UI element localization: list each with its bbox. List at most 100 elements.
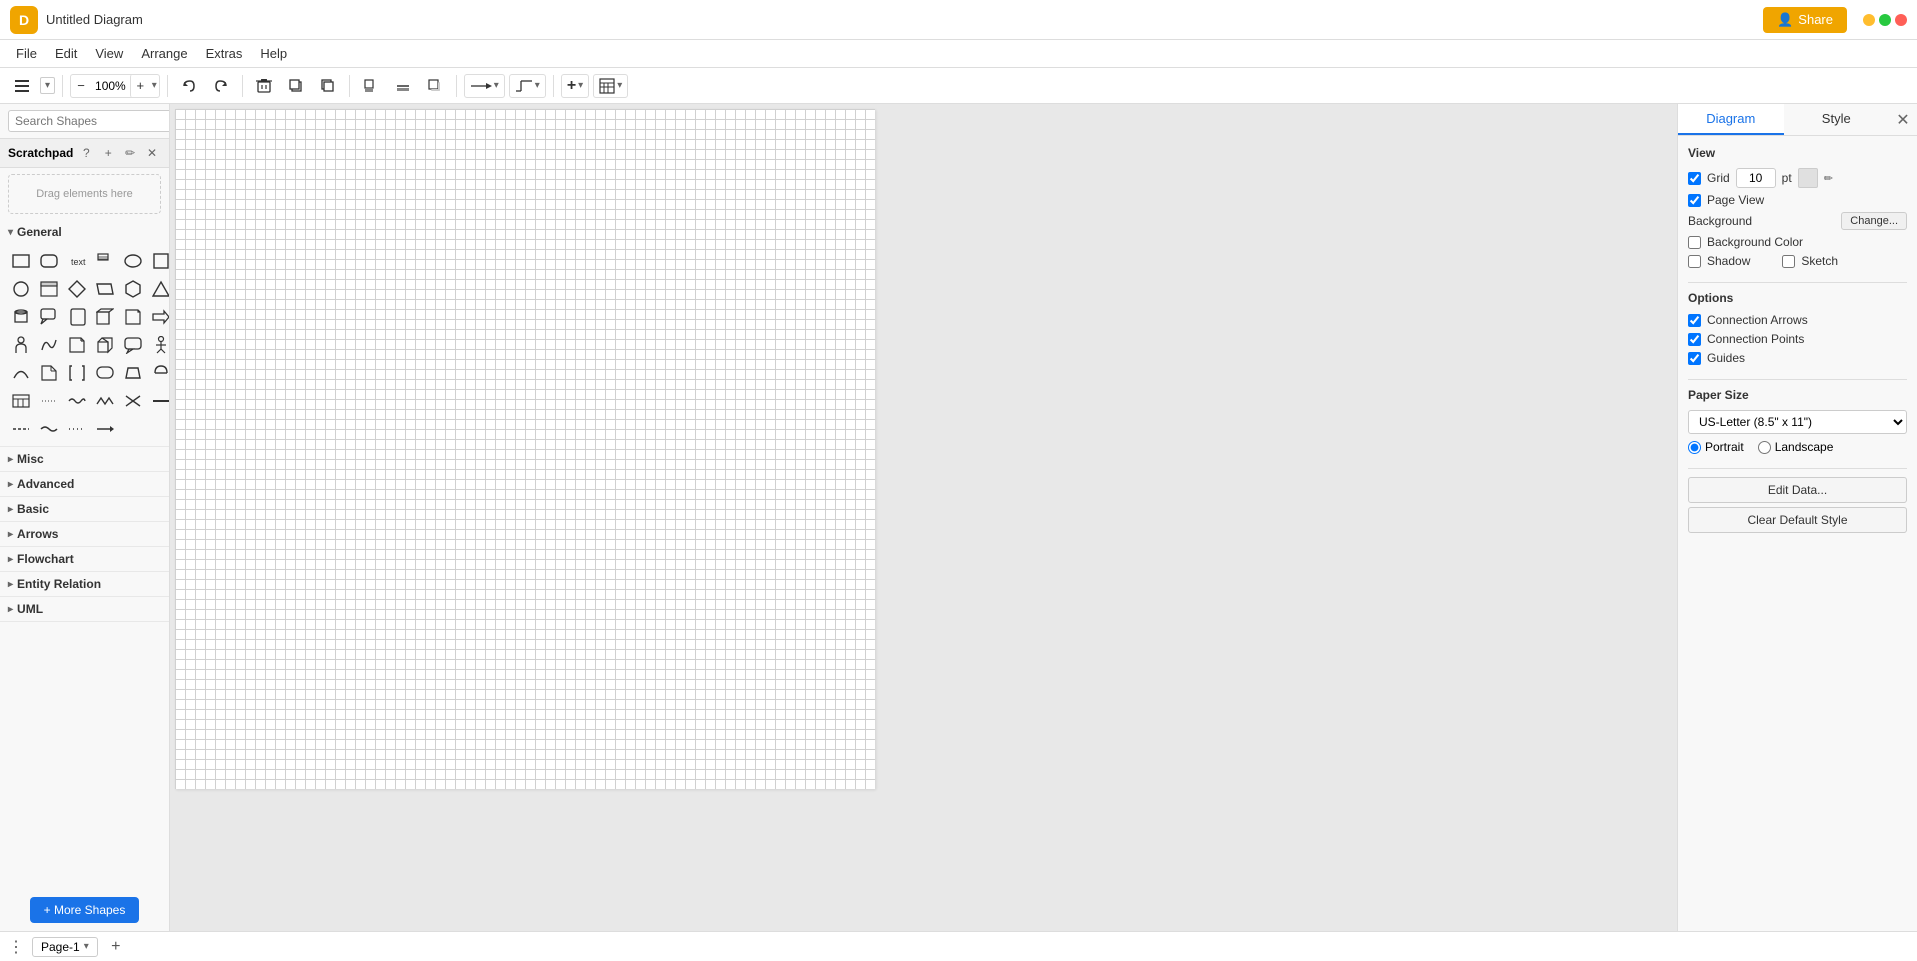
insert-btn[interactable]: + ▾ [561, 74, 589, 98]
landscape-radio[interactable] [1758, 441, 1771, 454]
category-uml-header[interactable]: ▸ UML [0, 597, 169, 621]
to-back-btn[interactable] [314, 72, 342, 100]
landscape-option[interactable]: Landscape [1758, 440, 1834, 454]
tab-style[interactable]: Style [1784, 104, 1890, 135]
grid-color-edit[interactable]: ✏ [1824, 172, 1833, 185]
shape-triangle[interactable] [148, 276, 169, 302]
portrait-radio[interactable] [1688, 441, 1701, 454]
menu-view[interactable]: View [87, 43, 131, 64]
more-shapes-button[interactable]: + More Shapes [30, 897, 140, 923]
tab-diagram[interactable]: Diagram [1678, 104, 1784, 135]
category-entity-relation-header[interactable]: ▸ Entity Relation [0, 572, 169, 596]
search-input[interactable] [8, 110, 170, 132]
canvas-area[interactable] [170, 104, 1677, 931]
line-color-btn[interactable] [389, 72, 417, 100]
connection-arrows-checkbox[interactable] [1688, 314, 1701, 327]
minimize-btn[interactable] [1863, 14, 1875, 26]
zoom-control[interactable]: − 100% + ▾ [70, 74, 160, 98]
shape-rect-fold[interactable] [120, 304, 146, 330]
shape-diamond[interactable] [64, 276, 90, 302]
page-view-checkbox[interactable] [1688, 194, 1701, 207]
background-color-checkbox[interactable] [1688, 236, 1701, 249]
category-misc-header[interactable]: ▸ Misc [0, 447, 169, 471]
shape-scroll[interactable] [64, 304, 90, 330]
shape-dots-line[interactable] [36, 388, 62, 414]
shape-wave[interactable] [64, 388, 90, 414]
delete-btn[interactable] [250, 72, 278, 100]
undo-btn[interactable] [175, 72, 203, 100]
shape-page[interactable] [36, 360, 62, 386]
canvas-scroll[interactable] [170, 104, 1677, 931]
portrait-option[interactable]: Portrait [1688, 440, 1744, 454]
connection-dropdown[interactable]: ▾ [494, 80, 499, 91]
shape-stickman[interactable] [148, 332, 169, 358]
zoom-dropdown-arrow[interactable]: ▾ [150, 80, 159, 91]
shape-line-dotted[interactable] [64, 416, 90, 442]
sketch-checkbox[interactable] [1782, 255, 1795, 268]
shape-half-circle[interactable] [148, 360, 169, 386]
shape-line-dashed[interactable] [8, 416, 34, 442]
category-basic-header[interactable]: ▸ Basic [0, 497, 169, 521]
menu-edit[interactable]: Edit [47, 43, 85, 64]
menu-help[interactable]: Help [252, 43, 295, 64]
shape-arrow-right[interactable] [148, 304, 169, 330]
to-front-btn[interactable] [282, 72, 310, 100]
grid-checkbox[interactable] [1688, 172, 1701, 185]
shape-rect[interactable] [8, 248, 34, 274]
menu-file[interactable]: File [8, 43, 45, 64]
change-background-btn[interactable]: Change... [1841, 212, 1907, 230]
add-page-btn[interactable]: + [106, 937, 126, 957]
edit-data-btn[interactable]: Edit Data... [1688, 477, 1907, 503]
shape-container[interactable] [36, 276, 62, 302]
shape-cross[interactable] [120, 388, 146, 414]
shape-box-3d[interactable] [92, 332, 118, 358]
shape-bracket[interactable] [64, 360, 90, 386]
shape-zigzag[interactable] [92, 388, 118, 414]
scratchpad-edit[interactable]: ✏ [121, 144, 139, 162]
shadow-checkbox[interactable] [1688, 255, 1701, 268]
shape-doc[interactable] [64, 332, 90, 358]
menu-arrange[interactable]: Arrange [133, 43, 195, 64]
menu-extras[interactable]: Extras [198, 43, 251, 64]
panel-toggle-btn[interactable] [8, 72, 36, 100]
connection-style-btn[interactable]: ▾ [464, 74, 505, 98]
scratchpad-help[interactable]: ? [77, 144, 95, 162]
category-arrows-header[interactable]: ▸ Arrows [0, 522, 169, 546]
share-button[interactable]: 👤 Share [1763, 7, 1847, 33]
category-general-header[interactable]: ▾ General [0, 220, 169, 244]
shape-circle[interactable] [8, 276, 34, 302]
clear-default-style-btn[interactable]: Clear Default Style [1688, 507, 1907, 533]
shape-cylinder[interactable] [8, 304, 34, 330]
shape-person[interactable] [8, 332, 34, 358]
grid-color-picker[interactable] [1798, 168, 1818, 188]
shape-table[interactable] [8, 388, 34, 414]
canvas-grid[interactable] [175, 109, 875, 789]
category-advanced-header[interactable]: ▸ Advanced [0, 472, 169, 496]
grid-size-input[interactable] [1736, 168, 1776, 188]
shape-rounded-callout[interactable] [92, 360, 118, 386]
shape-curved[interactable] [36, 332, 62, 358]
shape-note[interactable] [92, 248, 118, 274]
shape-callout[interactable] [36, 304, 62, 330]
maximize-btn[interactable] [1879, 14, 1891, 26]
shape-arc[interactable] [8, 360, 34, 386]
fill-color-btn[interactable] [357, 72, 385, 100]
shadow-style-btn[interactable] [421, 72, 449, 100]
panel-close-btn[interactable]: ✕ [1889, 104, 1917, 135]
shape-text[interactable]: text [64, 248, 90, 274]
shape-rect-3d[interactable] [92, 304, 118, 330]
shape-parallelogram[interactable] [92, 276, 118, 302]
zoom-out-btn[interactable]: − [71, 74, 91, 98]
close-btn[interactable] [1895, 14, 1907, 26]
category-flowchart-header[interactable]: ▸ Flowchart [0, 547, 169, 571]
shape-line-solid[interactable] [148, 388, 169, 414]
shape-speech[interactable] [120, 332, 146, 358]
paper-size-select[interactable]: US-Letter (8.5" x 11") A4 A3 Letter Lega… [1688, 410, 1907, 434]
scratchpad-add[interactable]: + [99, 144, 117, 162]
panel-toggle-dropdown[interactable]: ▾ [40, 77, 55, 94]
shape-line-wave2[interactable] [36, 416, 62, 442]
shape-rect-rounded[interactable] [36, 248, 62, 274]
page-tab-1[interactable]: Page-1 ▾ [32, 937, 98, 957]
shape-hexagon[interactable] [120, 276, 146, 302]
waypoint-dropdown[interactable]: ▾ [535, 80, 540, 91]
